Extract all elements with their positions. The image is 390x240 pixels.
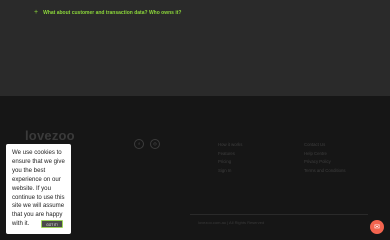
cookie-message: We use cookies to ensure that we give yo…: [12, 149, 65, 228]
footer-links-col-2: Contact Us Help Centre Privacy Policy Te…: [304, 141, 346, 175]
chat-button[interactable]: ✉: [370, 220, 384, 234]
faq-item[interactable]: + What about customer and transaction da…: [34, 9, 181, 16]
footer-logo[interactable]: lovezoo: [25, 128, 75, 143]
footer-link[interactable]: Features: [218, 150, 242, 159]
footer-link[interactable]: Pricing: [218, 158, 242, 167]
footer-link[interactable]: Privacy Policy: [304, 158, 346, 167]
footer-link[interactable]: How it works: [218, 141, 242, 150]
facebook-icon[interactable]: f: [134, 139, 144, 149]
footer-link[interactable]: Sign In: [218, 167, 242, 176]
chat-icon: ✉: [374, 223, 380, 231]
copyright-text: lovezoo.com.au | All Rights Reserved: [198, 220, 265, 225]
faq-section: + What about customer and transaction da…: [0, 0, 390, 96]
instagram-icon[interactable]: ◎: [150, 139, 160, 149]
footer-divider: [190, 214, 368, 215]
footer-link[interactable]: Terms and Conditions: [304, 167, 346, 176]
faq-question[interactable]: What about customer and transaction data…: [43, 10, 181, 16]
footer-link[interactable]: Help Centre: [304, 150, 346, 159]
cookie-accept-button[interactable]: GOT IT!: [41, 220, 63, 228]
cookie-banner: We use cookies to ensure that we give yo…: [6, 144, 71, 234]
footer-links-col-1: How it works Features Pricing Sign In: [218, 141, 242, 175]
plus-icon: +: [34, 9, 39, 16]
footer-link[interactable]: Contact Us: [304, 141, 346, 150]
